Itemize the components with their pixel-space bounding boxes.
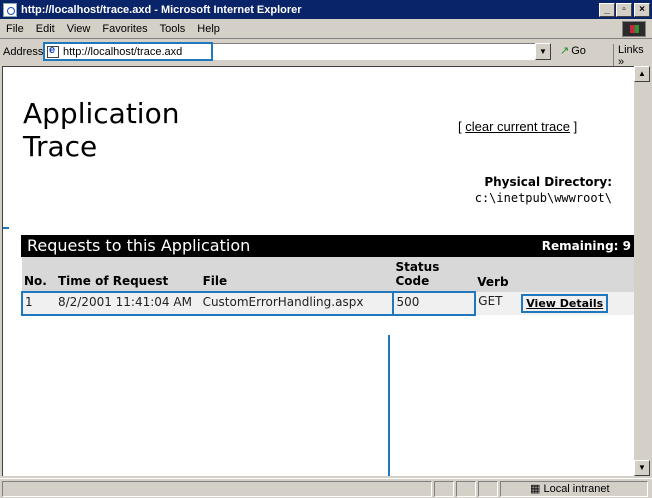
cell-file: CustomErrorHandling.aspx xyxy=(200,291,395,316)
status-main xyxy=(2,481,432,497)
col-status-code: Status Code xyxy=(393,257,476,292)
menu-edit[interactable]: Edit xyxy=(30,23,61,35)
window-title: http://localhost/trace.axd - Microsoft I… xyxy=(21,3,302,16)
title-bar: http://localhost/trace.axd - Microsoft I… xyxy=(0,0,652,19)
requests-header-title: Requests to this Application xyxy=(27,236,251,255)
minimize-button[interactable]: _ xyxy=(599,2,615,17)
address-field[interactable]: http://localhost/trace.axd xyxy=(43,42,213,61)
status-cell-1 xyxy=(434,481,454,497)
col-verb: Verb xyxy=(475,257,520,292)
col-no: No. xyxy=(22,257,56,292)
table-row: 1 8/2/2001 11:41:04 AM CustomErrorHandli… xyxy=(21,291,634,316)
status-bar: ▦ Local intranet xyxy=(0,478,652,498)
go-label: Go xyxy=(571,45,586,57)
zone-label: ▦ Local intranet xyxy=(530,483,610,495)
scroll-down-button[interactable]: ▼ xyxy=(634,460,650,476)
vertical-scrollbar[interactable]: ▲ ▼ xyxy=(634,66,650,476)
close-button[interactable]: × xyxy=(634,2,650,17)
links-button[interactable]: Links » xyxy=(613,44,652,68)
menu-bar: File Edit View Favorites Tools Help xyxy=(0,19,652,39)
scroll-up-button[interactable]: ▲ xyxy=(634,66,650,82)
status-cell-2 xyxy=(456,481,476,497)
clear-trace-wrapper: [ clear current trace ] xyxy=(458,119,577,134)
go-arrow-icon: ↗ xyxy=(560,45,570,57)
menu-tools[interactable]: Tools xyxy=(154,23,192,35)
page-icon xyxy=(47,44,59,58)
page-title: Application Trace xyxy=(23,97,223,163)
zone-text: Local intranet xyxy=(543,483,610,495)
menu-view[interactable]: View xyxy=(61,23,97,35)
callout-tick-left xyxy=(3,227,9,229)
cell-verb: GET xyxy=(475,292,520,315)
callout-line-status xyxy=(388,335,390,476)
menu-help[interactable]: Help xyxy=(191,23,226,35)
clear-trace-link[interactable]: clear current trace xyxy=(465,119,570,134)
physical-directory-path: c:\inetpub\wwwroot\ xyxy=(474,191,612,205)
remaining-count: Remaining: 9 xyxy=(541,239,631,253)
cell-status-code: 500 xyxy=(392,291,477,316)
maximize-button[interactable]: ▫ xyxy=(616,2,632,17)
physical-directory-label: Physical Directory: xyxy=(484,175,612,189)
address-label: Address xyxy=(3,45,44,58)
menu-favorites[interactable]: Favorites xyxy=(96,23,153,35)
requests-table: No. Time of Request File Status Code Ver… xyxy=(21,257,634,316)
menu-file[interactable]: File xyxy=(0,23,30,35)
col-file: File xyxy=(200,257,394,292)
address-url: http://localhost/trace.axd xyxy=(63,45,183,58)
address-field-blank[interactable] xyxy=(213,43,535,60)
address-dropdown-button[interactable]: ▼ xyxy=(535,43,551,60)
bracket-close: ] xyxy=(570,119,578,134)
view-details-link[interactable]: View Details xyxy=(521,294,609,313)
col-action xyxy=(519,257,634,292)
col-time: Time of Request xyxy=(55,257,201,292)
windows-logo-icon xyxy=(622,21,646,37)
cell-no: 1 xyxy=(21,291,56,316)
page-title-line1: Application xyxy=(23,97,180,130)
cell-action: View Details xyxy=(519,292,634,315)
page-title-line2: Trace xyxy=(23,130,98,163)
links-label: Links xyxy=(618,44,644,56)
page-content: Application Trace [ clear current trace … xyxy=(2,66,634,476)
status-cell-3 xyxy=(478,481,498,497)
cell-time: 8/2/2001 11:41:04 AM xyxy=(55,291,201,316)
ie-icon xyxy=(3,2,17,17)
go-button[interactable]: ↗ Go xyxy=(560,44,586,57)
requests-header: Requests to this Application Remaining: … xyxy=(21,235,634,257)
table-header-row: No. Time of Request File Status Code Ver… xyxy=(22,257,634,292)
ie-window: http://localhost/trace.axd - Microsoft I… xyxy=(0,0,652,498)
address-bar: Address http://localhost/trace.axd ▼ ↗Go… xyxy=(0,40,652,68)
